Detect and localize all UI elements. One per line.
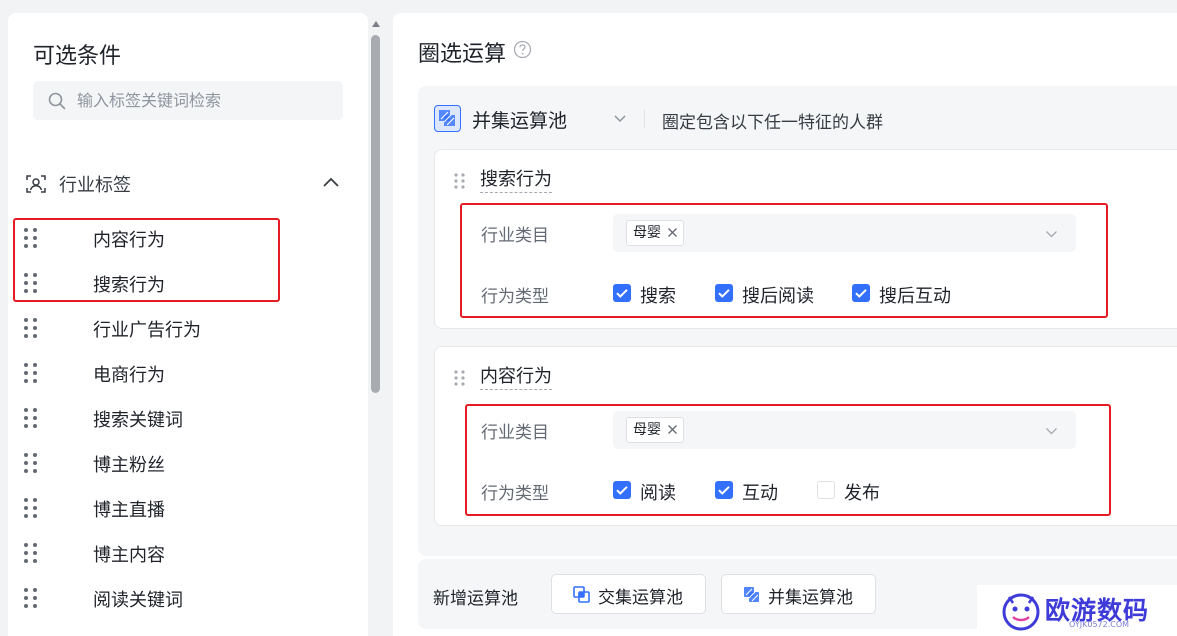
divider bbox=[644, 110, 645, 128]
drag-handle-icon[interactable] bbox=[22, 362, 40, 384]
tag-item-content-behavior[interactable]: 内容行为 bbox=[20, 220, 350, 256]
help-icon[interactable] bbox=[513, 40, 532, 59]
tag-search-input[interactable] bbox=[77, 81, 332, 120]
operation-title: 圈选运算 bbox=[418, 42, 507, 67]
checkbox-checked-icon bbox=[613, 481, 631, 499]
tag-item-search-keywords[interactable]: 搜索关键词 bbox=[20, 400, 350, 436]
checkbox-label: 发布 bbox=[844, 483, 880, 504]
pool-type-select[interactable]: 并集运算池 bbox=[472, 106, 567, 133]
add-union-pool-button[interactable]: 并集运算池 bbox=[721, 574, 876, 614]
tag-item-label: 博主粉丝 bbox=[93, 455, 165, 476]
checkbox-label: 搜后互动 bbox=[879, 286, 951, 307]
condition-card-title: 搜索行为 bbox=[480, 169, 552, 193]
category-select[interactable]: 母婴 bbox=[613, 214, 1076, 252]
chevron-down-icon[interactable] bbox=[612, 110, 628, 126]
watermark: 欧游数码 OYJK0572.COM bbox=[977, 585, 1177, 636]
tag-item-label: 内容行为 bbox=[93, 230, 165, 251]
condition-card-search: 搜索行为 行业类目 母婴 行为类型 搜索 搜后阅读 搜后互动 bbox=[434, 149, 1177, 329]
drag-handle-icon[interactable] bbox=[22, 317, 40, 339]
chip-label: 母婴 bbox=[633, 225, 661, 241]
tag-item-label: 阅读关键词 bbox=[93, 590, 183, 611]
chevron-down-icon bbox=[1046, 428, 1057, 435]
add-intersect-pool-button[interactable]: 交集运算池 bbox=[551, 574, 706, 614]
scrollbar-thumb[interactable] bbox=[371, 35, 380, 393]
close-icon[interactable] bbox=[667, 424, 678, 435]
tag-search-box[interactable] bbox=[33, 81, 343, 120]
checkbox-checked-icon bbox=[715, 284, 733, 302]
category-chip: 母婴 bbox=[626, 220, 684, 246]
checkbox-label: 搜索 bbox=[640, 286, 676, 307]
pool-header: 并集运算池 圈定包含以下任一特征的人群 bbox=[434, 104, 1174, 134]
category-chip: 母婴 bbox=[626, 417, 684, 443]
tag-item-read-keywords[interactable]: 阅读关键词 bbox=[20, 580, 350, 616]
watermark-logo-icon bbox=[1002, 593, 1040, 631]
union-pool-card: 并集运算池 圈定包含以下任一特征的人群 搜索行为 行业类目 母婴 行为类型 搜索… bbox=[418, 86, 1177, 556]
checkbox-checked-icon bbox=[715, 481, 733, 499]
tag-item-label: 搜索关键词 bbox=[93, 410, 183, 431]
chip-label: 母婴 bbox=[633, 422, 661, 438]
checkbox-label: 搜后阅读 bbox=[742, 286, 814, 307]
pool-description: 圈定包含以下任一特征的人群 bbox=[662, 113, 883, 133]
checkbox-checked-icon bbox=[613, 284, 631, 302]
drag-handle-icon[interactable] bbox=[22, 497, 40, 519]
checkbox-checked-icon bbox=[852, 284, 870, 302]
operation-panel: 圈选运算 并集运算池 圈定包含以下任一特征的人群 搜索行为 行业类目 母婴 行为… bbox=[393, 13, 1177, 636]
tag-item-label: 行业广告行为 bbox=[93, 320, 201, 341]
industry-tag-group-header[interactable]: 行业标签 bbox=[25, 169, 341, 199]
drag-handle-icon[interactable] bbox=[22, 227, 40, 249]
close-icon[interactable] bbox=[667, 227, 678, 238]
condition-card-content: 内容行为 行业类目 母婴 行为类型 阅读 互动 发布 bbox=[434, 346, 1177, 526]
search-icon bbox=[48, 92, 66, 110]
tag-item-search-behavior[interactable]: 搜索行为 bbox=[20, 265, 350, 301]
checkbox-unchecked-icon bbox=[817, 481, 835, 499]
category-label: 行业类目 bbox=[481, 226, 549, 246]
checkbox-label: 阅读 bbox=[640, 483, 676, 504]
tag-item-label: 博主内容 bbox=[93, 545, 165, 566]
drag-handle-icon[interactable] bbox=[453, 369, 467, 387]
industry-tag-group-label: 行业标签 bbox=[59, 175, 131, 196]
tag-item-ecommerce-behavior[interactable]: 电商行为 bbox=[20, 355, 350, 391]
drag-handle-icon[interactable] bbox=[22, 452, 40, 474]
left-scrollbar[interactable] bbox=[370, 15, 382, 636]
tag-item-blogger-live[interactable]: 博主直播 bbox=[20, 490, 350, 526]
condition-card-title: 内容行为 bbox=[480, 366, 552, 390]
tag-item-label: 博主直播 bbox=[93, 500, 165, 521]
chevron-up-icon[interactable] bbox=[321, 173, 341, 193]
tag-item-label: 搜索行为 bbox=[93, 275, 165, 296]
drag-handle-icon[interactable] bbox=[22, 587, 40, 609]
behavior-type-label: 行为类型 bbox=[481, 484, 549, 504]
add-pool-label: 新增运算池 bbox=[433, 589, 518, 609]
checkbox-label: 互动 bbox=[742, 483, 778, 504]
drag-handle-icon[interactable] bbox=[453, 172, 467, 190]
drag-handle-icon[interactable] bbox=[22, 542, 40, 564]
conditions-panel: 可选条件 行业标签 内容行为 搜索行为 行业广告行为 电商行为 bbox=[8, 13, 368, 636]
category-select[interactable]: 母婴 bbox=[613, 411, 1076, 449]
conditions-title: 可选条件 bbox=[33, 44, 122, 69]
tag-item-label: 电商行为 bbox=[93, 365, 165, 386]
drag-handle-icon[interactable] bbox=[22, 407, 40, 429]
user-scan-icon bbox=[26, 175, 46, 193]
tag-item-blogger-content[interactable]: 博主内容 bbox=[20, 535, 350, 571]
watermark-subtext: OYJK0572.COM bbox=[1069, 620, 1130, 629]
drag-handle-icon[interactable] bbox=[22, 272, 40, 294]
category-label: 行业类目 bbox=[481, 423, 549, 443]
chevron-down-icon bbox=[1046, 231, 1057, 238]
tag-item-blogger-fans[interactable]: 博主粉丝 bbox=[20, 445, 350, 481]
union-pool-icon bbox=[744, 587, 759, 602]
tag-item-ad-behavior[interactable]: 行业广告行为 bbox=[20, 310, 350, 346]
intersect-pool-icon bbox=[573, 586, 590, 603]
button-label: 并集运算池 bbox=[768, 588, 853, 608]
behavior-type-label: 行为类型 bbox=[481, 287, 549, 307]
button-label: 交集运算池 bbox=[598, 588, 683, 608]
union-pool-icon bbox=[434, 105, 461, 132]
scroll-up-arrow-icon[interactable] bbox=[371, 19, 381, 29]
